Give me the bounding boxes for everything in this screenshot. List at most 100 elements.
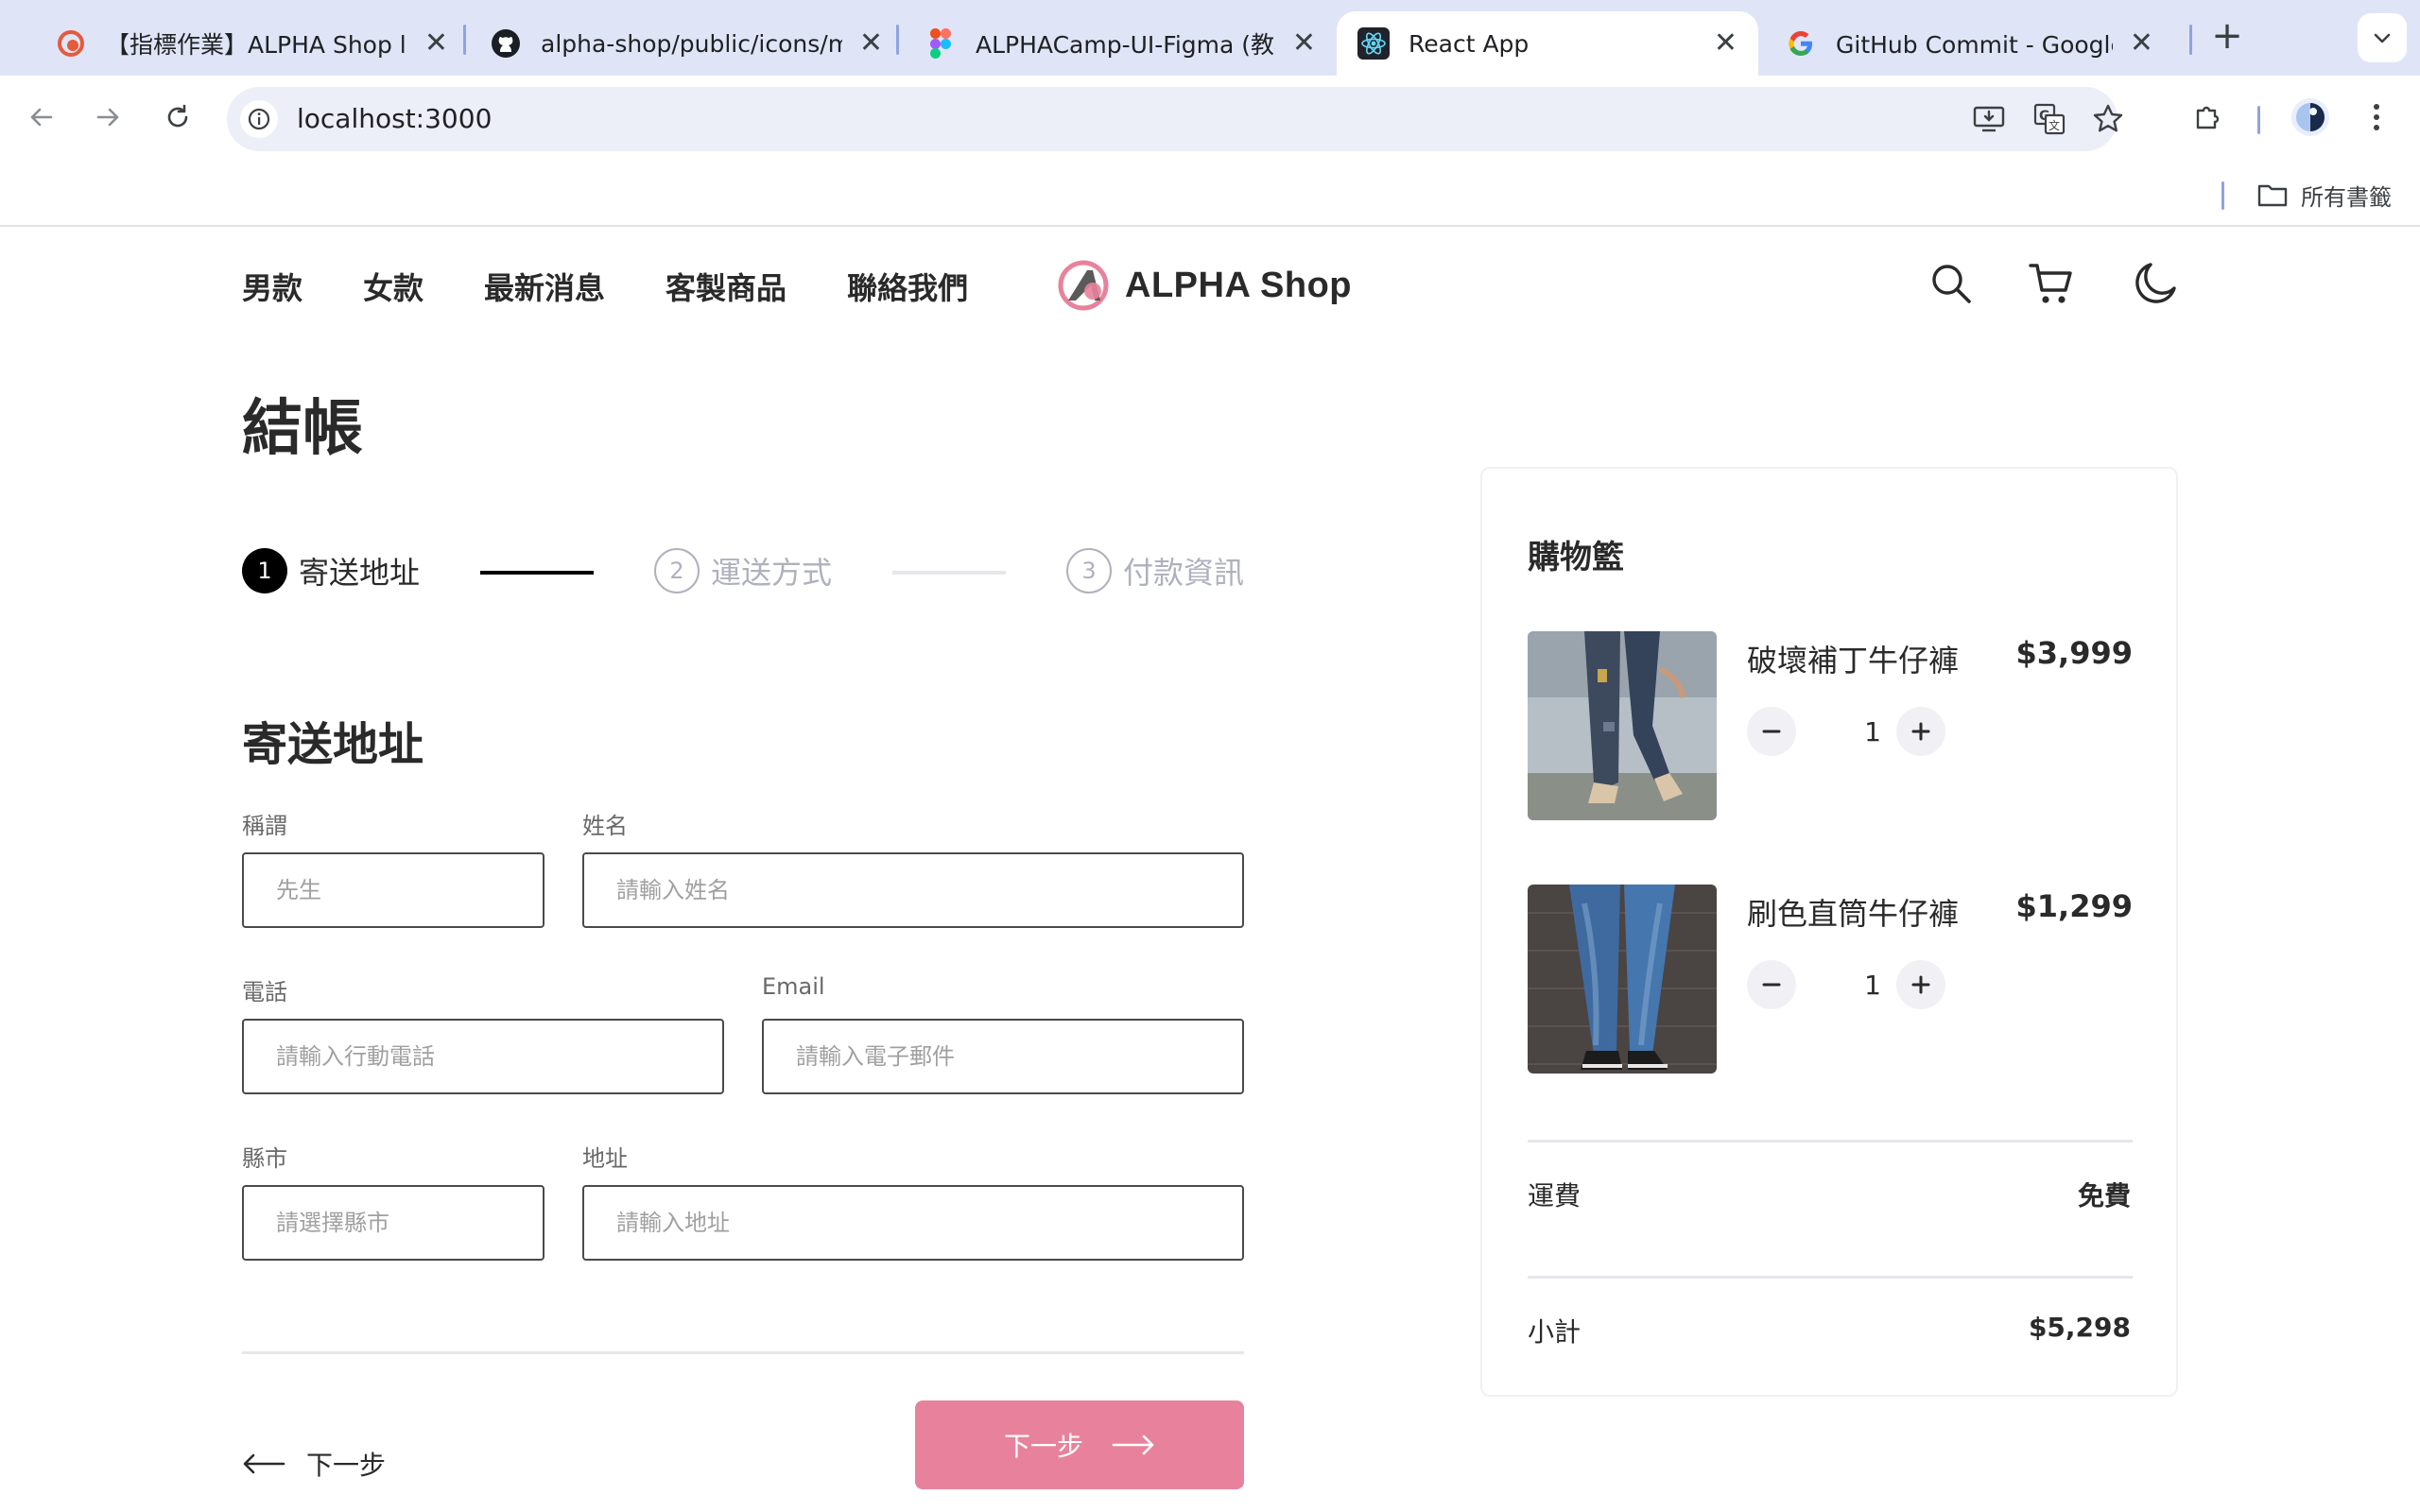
browser-tab-alphacamp[interactable]: 【指標作業】ALPHA Shop l ✕ <box>34 11 469 76</box>
step-number: 2 <box>654 548 700 593</box>
email-label: Email <box>762 973 825 1000</box>
quantity-value: 1 <box>1864 716 1881 747</box>
step-number: 1 <box>242 548 287 593</box>
step-label: 付款資訊 <box>1123 555 1245 591</box>
city-select[interactable] <box>242 1185 544 1261</box>
tab-title: alpha-shop/public/icons/mi <box>541 29 842 58</box>
previous-step-label: 下一步 <box>306 1450 387 1481</box>
product-image <box>1528 885 1717 1074</box>
arrow-right-icon <box>1112 1435 1154 1455</box>
step-payment-info: 3 付款資訊 <box>1066 548 1244 593</box>
product-name: 破壞補丁牛仔褲 <box>1747 643 1960 679</box>
nav-link-contact[interactable]: 聯絡我們 <box>847 265 968 308</box>
google-favicon-icon <box>1785 27 1817 60</box>
previous-step-button[interactable]: 下一步 <box>242 1440 386 1487</box>
product-image <box>1528 631 1717 820</box>
salutation-select[interactable] <box>242 852 544 928</box>
phone-label: 電話 <box>242 979 287 1005</box>
nav-link-women[interactable]: 女款 <box>363 265 424 308</box>
tab-close-icon[interactable]: ✕ <box>1292 29 1316 58</box>
browser-tab-figma[interactable]: ALPHACamp-UI-Figma (教材 ✕ <box>904 11 1337 76</box>
react-favicon-icon <box>1357 27 1390 60</box>
address-label: 地址 <box>582 1145 628 1172</box>
reload-button[interactable] <box>153 93 202 142</box>
email-input[interactable] <box>762 1019 1244 1094</box>
url-text[interactable]: localhost:3000 <box>297 103 492 134</box>
cart-divider <box>1528 1140 2133 1143</box>
phone-input[interactable] <box>242 1019 724 1094</box>
step-label: 運送方式 <box>711 555 833 591</box>
brand-name: ALPHA Shop <box>1125 265 1353 305</box>
plus-icon <box>1911 722 1930 741</box>
browser-tab-strip: 【指標作業】ALPHA Shop l ✕ alpha-shop/public/i… <box>0 0 2420 76</box>
alpha-logo-icon <box>1058 260 1109 311</box>
name-input[interactable] <box>582 852 1244 928</box>
tab-close-icon[interactable]: ✕ <box>1714 29 1737 58</box>
product-name: 刷色直筒牛仔褲 <box>1747 896 1960 932</box>
browser-toolbar: localhost:3000 G文 <box>0 76 2420 161</box>
browser-menu-icon[interactable] <box>2354 94 2399 140</box>
tab-separator <box>463 25 466 55</box>
all-bookmarks-folder[interactable]: 所有書籤 <box>2257 176 2392 214</box>
chevron-down-icon <box>2374 33 2391 43</box>
brand-logo[interactable]: ALPHA Shop <box>1055 257 1352 314</box>
browser-tab-github[interactable]: alpha-shop/public/icons/mi ✕ <box>469 11 904 76</box>
cart-item: 刷色直筒牛仔褲 $1,299 1 <box>1528 885 2133 1074</box>
svg-text:文: 文 <box>2048 118 2060 132</box>
step-label: 寄送地址 <box>299 555 421 591</box>
browser-tab-react-app[interactable]: React App ✕ <box>1337 11 1758 76</box>
tab-close-icon[interactable]: ✕ <box>859 29 883 58</box>
install-app-icon[interactable] <box>1970 100 2008 138</box>
nav-link-news[interactable]: 最新消息 <box>484 265 605 308</box>
github-favicon-icon <box>490 27 522 60</box>
new-tab-button[interactable]: + <box>2208 17 2246 55</box>
back-button[interactable] <box>17 93 66 142</box>
salutation-label: 稱謂 <box>242 813 287 839</box>
alphacamp-favicon-icon <box>55 27 87 60</box>
browser-tab-google[interactable]: GitHub Commit - Google 搜 ✕ <box>1764 11 2174 76</box>
main-nav: 男款 女款 最新消息 客製商品 聯絡我們 <box>242 265 1028 308</box>
tab-separator <box>2189 25 2192 55</box>
tab-title: 【指標作業】ALPHA Shop l <box>106 31 406 59</box>
section-title: 寄送地址 <box>242 718 424 771</box>
arrow-left-icon <box>243 1453 285 1474</box>
tab-close-icon[interactable]: ✕ <box>424 29 448 58</box>
extensions-icon[interactable] <box>2186 94 2231 140</box>
decrease-quantity-button[interactable] <box>1747 960 1796 1009</box>
bookmark-star-icon[interactable] <box>2089 100 2127 138</box>
decrease-quantity-button[interactable] <box>1747 707 1796 756</box>
next-step-button[interactable]: 下一步 <box>915 1400 1244 1489</box>
address-input[interactable] <box>582 1185 1244 1261</box>
tab-search-button[interactable] <box>2358 13 2407 62</box>
moon-icon[interactable] <box>2129 257 2182 310</box>
bookmarks-bar: 所有書籤 <box>0 161 2420 227</box>
translate-icon[interactable]: G文 <box>2031 100 2068 138</box>
site-info-icon[interactable] <box>240 100 278 138</box>
nav-link-men[interactable]: 男款 <box>242 265 302 308</box>
product-price: $3,999 <box>2015 635 2133 671</box>
folder-icon <box>2257 184 2288 207</box>
cart-item: 破壞補丁牛仔褲 $3,999 1 <box>1528 631 2133 820</box>
bookmarks-separator <box>2221 181 2224 210</box>
name-label: 姓名 <box>582 813 628 839</box>
subtotal-value: $5,298 <box>2028 1312 2131 1343</box>
forward-button[interactable] <box>83 93 132 142</box>
tab-title: React App <box>1409 29 1530 58</box>
address-bar[interactable]: localhost:3000 G文 <box>227 87 2123 151</box>
cart-title: 購物籃 <box>1528 539 1624 576</box>
minus-icon <box>1762 983 1781 987</box>
cart-icon[interactable] <box>2025 257 2078 310</box>
reload-icon <box>167 104 188 128</box>
nav-link-custom[interactable]: 客製商品 <box>666 265 786 308</box>
step-shipping-address: 1 寄送地址 <box>242 548 420 593</box>
step-number: 3 <box>1066 548 1112 593</box>
tab-title: GitHub Commit - Google 搜 <box>1836 31 2113 59</box>
search-icon[interactable] <box>1925 257 1978 310</box>
increase-quantity-button[interactable] <box>1896 960 1945 1009</box>
profile-avatar[interactable] <box>2288 94 2333 140</box>
tab-close-icon[interactable]: ✕ <box>2130 29 2153 58</box>
increase-quantity-button[interactable] <box>1896 707 1945 756</box>
plus-icon <box>1911 975 1930 994</box>
subtotal-label: 小計 <box>1528 1316 1582 1348</box>
arrow-right-icon <box>96 108 119 127</box>
